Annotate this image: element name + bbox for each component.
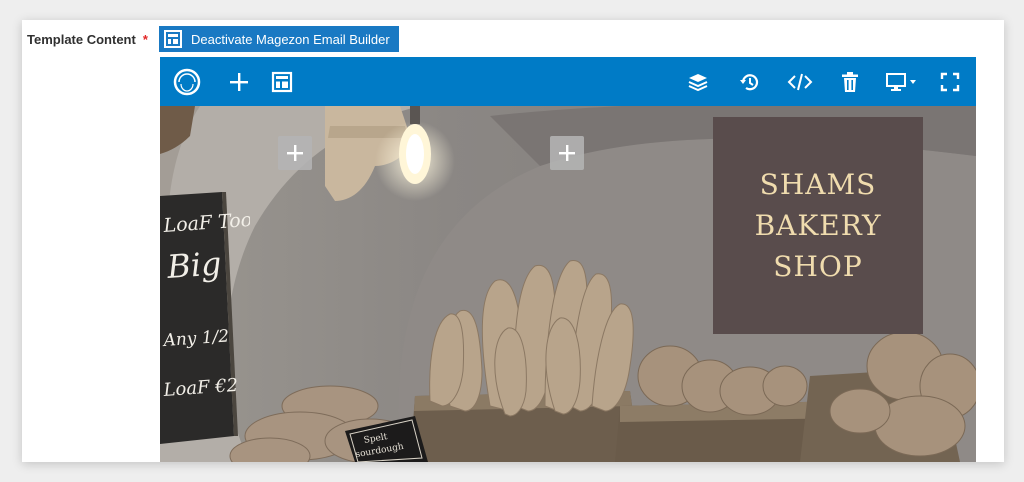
plus-icon[interactable]	[228, 57, 250, 106]
email-builder-editor: LoaF Too Big Any 1/2 LoaF €2 Spelt sourd…	[160, 57, 976, 462]
deactivate-builder-button[interactable]: Deactivate Magezon Email Builder	[159, 26, 399, 52]
layers-icon[interactable]	[685, 57, 711, 106]
plus-icon	[558, 144, 576, 162]
sign-line-2: sourdough	[355, 442, 405, 460]
shop-title-line-1: SHAMS	[759, 168, 877, 201]
fullscreen-icon[interactable]	[938, 57, 962, 106]
shop-title-line-3: SHOP	[773, 250, 863, 283]
add-element-button[interactable]	[550, 136, 584, 170]
shop-title-box[interactable]: SHAMS BAKERY SHOP	[713, 117, 923, 334]
deactivate-builder-label: Deactivate Magezon Email Builder	[191, 31, 390, 47]
field-label-text: Template Content	[27, 32, 136, 47]
builder-toolbar	[160, 57, 976, 106]
chalk-line-4: LoaF €2	[162, 375, 239, 401]
add-element-button[interactable]	[278, 136, 312, 170]
template-content-panel: Template Content * Deactivate Magezon Ema…	[22, 20, 1004, 462]
sign-line-1: Spelt	[363, 432, 389, 446]
code-icon[interactable]	[786, 57, 814, 106]
layout-icon	[163, 29, 183, 49]
trash-icon[interactable]	[838, 57, 862, 106]
chalk-line-2: Big	[165, 244, 223, 286]
layout-icon[interactable]	[270, 57, 294, 106]
shop-title-line-2: BAKERY	[754, 209, 882, 242]
email-canvas: LoaF Too Big Any 1/2 LoaF €2 Spelt sourd…	[160, 106, 976, 462]
plus-icon	[286, 144, 304, 162]
logo-ring-icon[interactable]	[172, 57, 202, 106]
history-icon[interactable]	[736, 57, 762, 106]
chalkboard-text: LoaF Too Big Any 1/2 LoaF €2	[161, 209, 250, 401]
chalk-line-3: Any 1/2	[161, 326, 230, 351]
desktop-icon[interactable]	[884, 57, 920, 106]
chalk-line-1: LoaF Too	[162, 209, 250, 237]
required-mark: *	[142, 32, 148, 47]
sign-text: Spelt sourdough	[355, 432, 405, 460]
template-content-label: Template Content *	[27, 32, 148, 47]
